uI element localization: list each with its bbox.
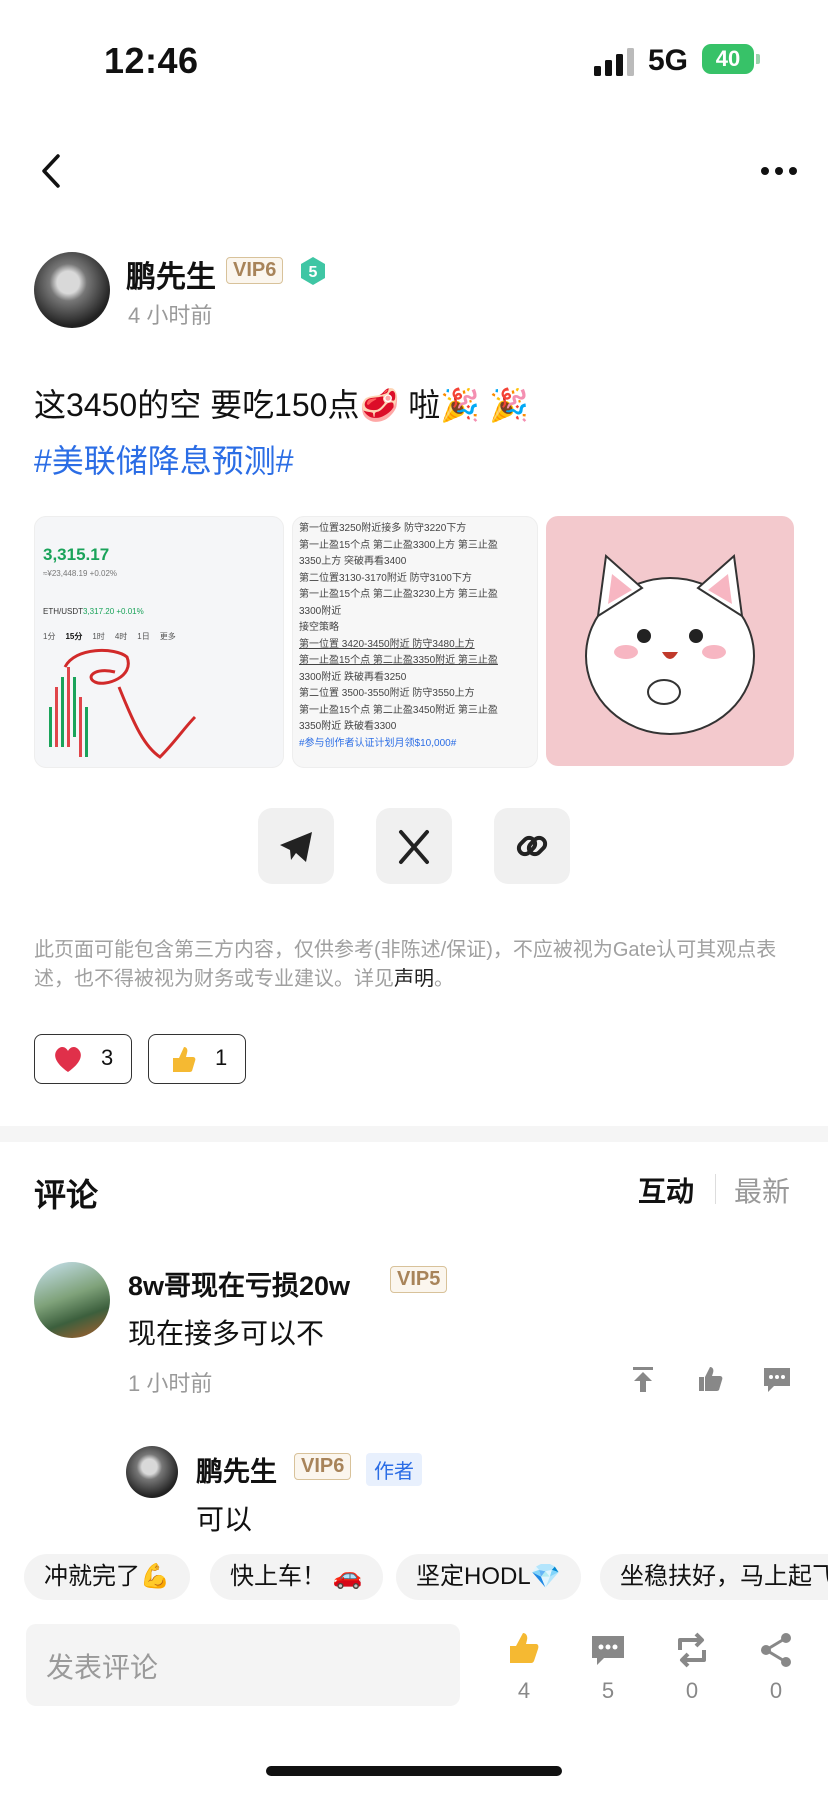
strategy-line: 第一止盈15个点 第二止盈3450附近 第三止盈	[299, 704, 498, 716]
like-icon[interactable]	[506, 1630, 542, 1666]
sort-interaction-tab[interactable]: 互动	[638, 1170, 694, 1210]
cat-sticker-icon	[585, 554, 755, 735]
post-image-sticker[interactable]	[546, 516, 794, 766]
sort-latest-tab[interactable]: 最新	[734, 1170, 790, 1210]
chart-pair-price: 3,317.20 +0.01%	[83, 607, 144, 616]
telegram-icon	[280, 832, 312, 862]
link-icon	[516, 835, 548, 857]
comments-title: 评论	[34, 1177, 99, 1213]
strategy-line: 接空策略	[299, 622, 339, 633]
share-link-button[interactable]	[494, 808, 570, 884]
reply-name[interactable]: 鹏先生	[196, 1450, 277, 1489]
comment-input[interactable]: 发表评论	[26, 1624, 460, 1706]
repost-count: 0	[685, 1678, 699, 1703]
post-image-chart[interactable]: 3,315.17 ≈¥23,448.19 +0.02% ETH/USDT 3,3…	[34, 516, 284, 768]
author-name[interactable]: 鹏先生	[126, 252, 216, 296]
thumbs-count: 1	[215, 1045, 228, 1070]
vip-badge: VIP6	[226, 257, 284, 284]
reaction-thumbs[interactable]: 1	[148, 1034, 246, 1084]
comment-time: 1 小时前	[128, 1371, 213, 1396]
chart-sub: ≈¥23,448.19 +0.02%	[43, 569, 118, 578]
strategy-line: 第一止盈15个点 第二止盈3230上方 第三止盈	[299, 589, 498, 600]
like-count: 4	[517, 1678, 531, 1703]
strategy-line: 3300附近 跌破再看3250	[299, 671, 407, 683]
section-divider	[0, 1126, 828, 1142]
more-icon[interactable]	[760, 166, 798, 176]
commenter-avatar[interactable]	[34, 1262, 110, 1338]
post-hashtag[interactable]: #美联储降息预测#	[34, 436, 294, 482]
strategy-line: 第二位置 3500-3550附近 防守3550上方	[299, 688, 475, 699]
comment-icon[interactable]	[590, 1632, 626, 1668]
strategy-line: 第一止盈15个点 第二止盈3350附近 第三止盈	[299, 655, 498, 666]
chart-pair: ETH/USDT	[43, 607, 83, 616]
thumbs-up-icon	[173, 1047, 196, 1072]
strategy-line: 3300附近	[299, 605, 342, 617]
chart-candles	[49, 648, 197, 759]
heart-count: 3	[101, 1045, 114, 1070]
share-telegram-button[interactable]	[258, 808, 334, 884]
vip-badge: VIP6	[294, 1453, 352, 1480]
reply-text: 可以	[196, 1504, 253, 1535]
strategy-line: 3350上方 突破再看3400	[299, 556, 407, 567]
disclaimer-link[interactable]: 声明	[394, 968, 434, 990]
x-icon	[399, 830, 429, 864]
reaction-heart[interactable]: 3	[34, 1034, 132, 1084]
home-indicator	[266, 1766, 562, 1776]
battery-tip	[756, 54, 760, 64]
sort-separator	[715, 1174, 716, 1204]
network-label: 5G	[648, 44, 689, 77]
back-icon[interactable]	[38, 152, 66, 190]
post-time: 4 小时前	[128, 303, 213, 328]
post-text: 这3450的空 要吃150点🥩 啦🎉 🎉	[34, 387, 529, 423]
signal-icon	[594, 48, 634, 76]
chart-timeframes: 1分 15分 1时 4时 1日 更多	[43, 632, 176, 641]
share-count: 0	[769, 1678, 783, 1703]
chart-price: 3,315.17	[43, 545, 110, 564]
comment-like-icon[interactable]	[696, 1364, 726, 1394]
author-avatar[interactable]	[34, 252, 110, 328]
battery-icon: 40	[702, 44, 754, 74]
level-badge: 5	[301, 257, 325, 285]
comment-count: 5	[601, 1678, 615, 1703]
quick-reply-chip[interactable]: 冲就完了💪	[24, 1554, 190, 1600]
quick-reply-chip[interactable]: 坚定HODL💎	[396, 1554, 581, 1600]
quick-reply-chip[interactable]: 快上车！ 🚗	[210, 1554, 383, 1600]
strategy-line: 第一止盈15个点 第二止盈3300上方 第三止盈	[299, 539, 498, 551]
strategy-line: 第二位置3130-3170附近 防守3100下方	[299, 572, 472, 584]
disclaimer: 此页面可能包含第三方内容，仅供参考(非陈述/保证)，不应被视为Gate认可其观点…	[34, 939, 777, 990]
strategy-line: #参与创作者认证计划月领$10,000#	[299, 737, 457, 749]
reply-icon[interactable]	[762, 1364, 792, 1394]
share-x-button[interactable]	[376, 808, 452, 884]
comment-text: 现在接多可以不	[128, 1318, 325, 1349]
post-image-text[interactable]: 第一位置3250附近接多 防守3220下方第一止盈15个点 第二止盈3300上方…	[292, 516, 538, 768]
pin-top-icon[interactable]	[628, 1364, 658, 1394]
strategy-line: 3350附近 跌破看3300	[299, 721, 397, 732]
strategy-lines: 第一位置3250附近接多 防守3220下方第一止盈15个点 第二止盈3300上方…	[299, 521, 498, 752]
quick-reply-chip[interactable]: 坐稳扶好，马上起飞	[600, 1554, 828, 1600]
strategy-line: 第一位置3250附近接多 防守3220下方	[299, 523, 467, 534]
status-time: 12:46	[104, 40, 199, 81]
comment-placeholder: 发表评论	[46, 1652, 159, 1683]
commenter-name[interactable]: 8w哥现在亏损20w	[128, 1264, 350, 1303]
share-icon[interactable]	[758, 1632, 794, 1668]
svg-text:5: 5	[309, 264, 318, 281]
reply-avatar[interactable]	[126, 1446, 178, 1498]
vip-badge: VIP5	[390, 1266, 448, 1293]
strategy-line: 第一位置 3420-3450附近 防守3480上方	[299, 638, 475, 650]
heart-icon	[55, 1047, 81, 1072]
author-tag: 作者	[366, 1453, 422, 1486]
repost-icon[interactable]	[674, 1632, 710, 1668]
